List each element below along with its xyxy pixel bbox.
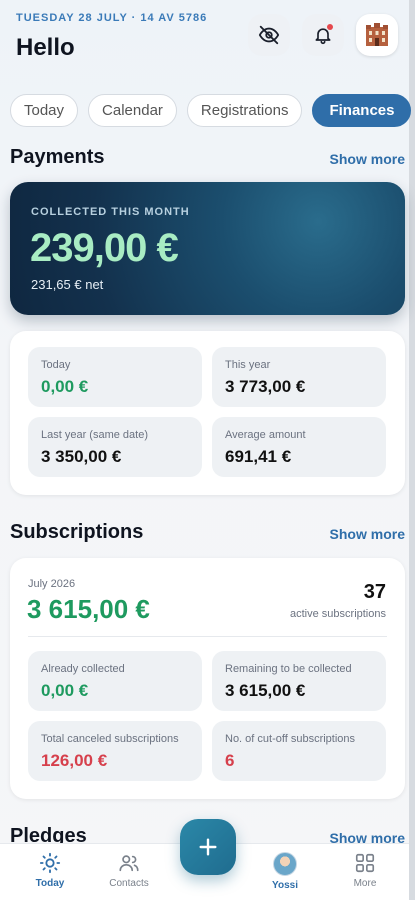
- tab-registrations[interactable]: Registrations: [186, 94, 303, 127]
- nav-more[interactable]: More: [330, 852, 400, 889]
- tab-today[interactable]: Today: [10, 94, 79, 127]
- stat-label: Already collected: [41, 663, 125, 675]
- add-button[interactable]: [180, 819, 236, 875]
- collected-net: 231,65 € net: [31, 277, 104, 292]
- stat-value: 0,00 €: [41, 681, 89, 700]
- nav-profile[interactable]: Yossi: [250, 852, 320, 891]
- subscriptions-show-more-link[interactable]: Show more: [330, 526, 405, 542]
- eye-off-icon: [258, 25, 280, 45]
- header: TUESDAY 28 JULY · 14 AV 5786 Hello: [16, 12, 399, 64]
- greeting: Hello: [16, 34, 75, 61]
- organization-logo-icon: [366, 23, 388, 46]
- stat-label: Remaining to be collected: [225, 663, 352, 675]
- stat-value: 126,00 €: [41, 751, 108, 770]
- scrollbar-track[interactable]: [409, 0, 415, 900]
- nav-today-label: Today: [35, 878, 65, 889]
- sun-icon: [39, 852, 61, 874]
- tab-bar: Today Calendar Registrations Finances: [10, 94, 412, 127]
- stat-label: Last year (same date): [41, 429, 148, 441]
- stat-tile-this-year: This year 3 773,00 €: [212, 347, 386, 407]
- nav-contacts-label: Contacts: [109, 878, 149, 889]
- stat-label: This year: [225, 359, 271, 371]
- plus-icon: [199, 838, 217, 856]
- nav-today[interactable]: Today: [15, 852, 85, 889]
- subscriptions-card: July 2026 3 615,00 € 37 active subscript…: [10, 558, 405, 799]
- subscriptions-title: Subscriptions: [10, 521, 144, 543]
- stat-value: 6: [225, 751, 235, 770]
- subscriptions-amount: 3 615,00 €: [27, 594, 150, 624]
- payments-stats-card: Today 0,00 € This year 3 773,00 € Last y…: [10, 331, 405, 495]
- stat-tile-average: Average amount 691,41 €: [212, 417, 386, 477]
- tab-calendar[interactable]: Calendar: [88, 94, 177, 127]
- hide-amounts-button[interactable]: [248, 14, 290, 56]
- stat-label: Average amount: [225, 429, 306, 441]
- avatar: [273, 852, 297, 876]
- active-subscriptions-label: active subscriptions: [290, 608, 386, 620]
- tab-finances[interactable]: Finances: [312, 94, 412, 127]
- nav-profile-label: Yossi: [272, 880, 298, 891]
- grid-icon: [355, 853, 375, 873]
- stat-tile-cut-off: No. of cut-off subscriptions 6: [212, 721, 386, 781]
- stat-label: Total canceled subscriptions: [41, 733, 179, 745]
- stat-value: 3 773,00 €: [225, 377, 306, 396]
- nav-contacts[interactable]: Contacts: [94, 852, 164, 889]
- subscriptions-month: July 2026: [28, 578, 76, 590]
- stat-tile-last-year: Last year (same date) 3 350,00 €: [28, 417, 202, 477]
- stat-tile-today: Today 0,00 €: [28, 347, 202, 407]
- organization-button[interactable]: [356, 14, 398, 56]
- payments-show-more-link[interactable]: Show more: [330, 151, 405, 167]
- divider: [28, 636, 387, 637]
- notification-dot: [327, 24, 333, 30]
- active-subscriptions-count: 37: [363, 581, 386, 603]
- stat-value: 691,41 €: [225, 447, 292, 466]
- stat-tile-total-canceled: Total canceled subscriptions 126,00 €: [28, 721, 202, 781]
- payments-title: Payments: [10, 146, 105, 168]
- stat-label: No. of cut-off subscriptions: [225, 733, 356, 745]
- collected-label: COLLECTED THIS MONTH: [31, 206, 190, 218]
- stat-value: 0,00 €: [41, 377, 89, 396]
- contacts-icon: [119, 855, 139, 872]
- stat-label: Today: [41, 359, 71, 371]
- stat-tile-already-collected: Already collected 0,00 €: [28, 651, 202, 711]
- stat-value: 3 615,00 €: [225, 681, 306, 700]
- collected-amount: 239,00 €: [30, 226, 179, 270]
- collected-this-month-card[interactable]: COLLECTED THIS MONTH 239,00 € 231,65 € n…: [10, 182, 405, 315]
- notifications-button[interactable]: [302, 14, 344, 56]
- nav-more-label: More: [353, 878, 377, 889]
- stat-value: 3 350,00 €: [41, 447, 122, 466]
- stat-tile-remaining: Remaining to be collected 3 615,00 €: [212, 651, 386, 711]
